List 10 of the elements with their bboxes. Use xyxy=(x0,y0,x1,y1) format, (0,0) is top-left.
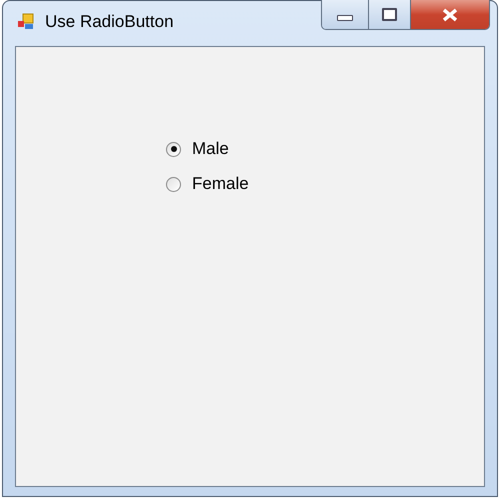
app-icon xyxy=(17,13,35,31)
close-button[interactable] xyxy=(411,0,489,29)
window-title: Use RadioButton xyxy=(45,11,174,34)
radio-option[interactable]: Male xyxy=(166,139,484,159)
radio-button[interactable] xyxy=(166,176,181,192)
radio-option[interactable]: Female xyxy=(166,174,484,194)
close-icon xyxy=(441,8,459,22)
minimize-button[interactable] xyxy=(322,0,369,29)
radio-button[interactable] xyxy=(166,142,181,156)
maximize-button[interactable] xyxy=(369,0,411,29)
